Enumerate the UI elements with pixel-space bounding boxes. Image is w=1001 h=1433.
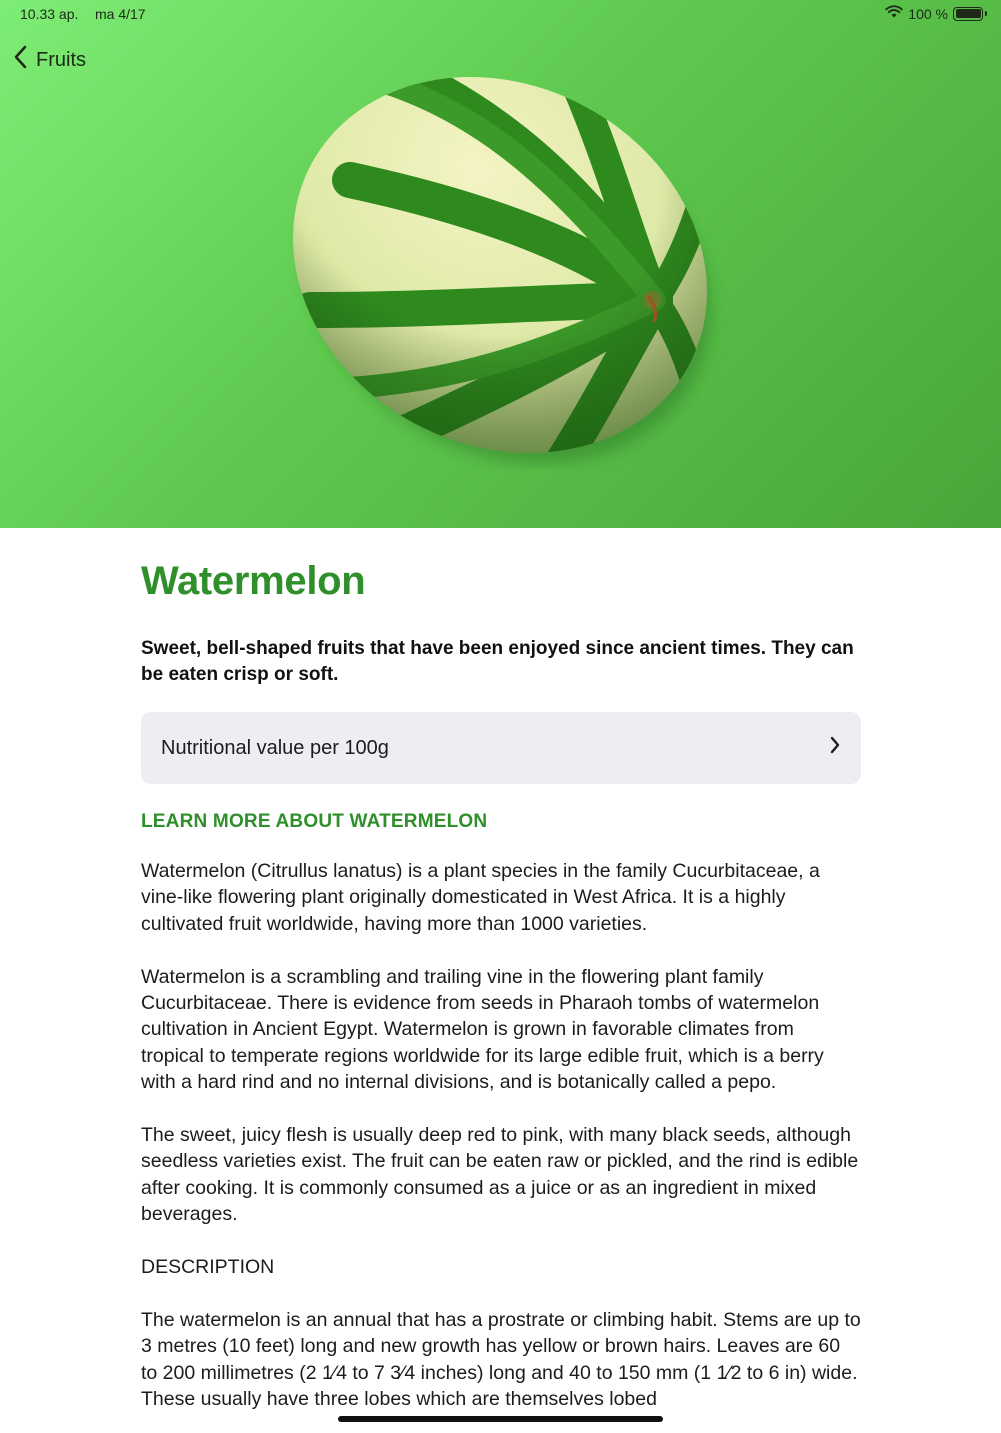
nutrition-label: Nutritional value per 100g	[161, 736, 389, 759]
paragraph-1: Watermelon (Citrullus lanatus) is a plan…	[141, 860, 820, 935]
status-bar: 10.33 ap. ma 4/17 100 %	[0, 0, 1001, 28]
fruit-headline: Sweet, bell-shaped fruits that have been…	[141, 638, 854, 685]
content-area: Watermelon Sweet, bell-shaped fruits tha…	[141, 528, 861, 1412]
status-indicators: 100 %	[885, 5, 987, 22]
back-button[interactable]: Fruits	[14, 44, 86, 76]
status-time: 10.33 ap.	[20, 6, 79, 22]
home-indicator[interactable]	[338, 1416, 663, 1422]
page-title: Watermelon	[141, 559, 366, 603]
battery-percentage: 100 %	[908, 5, 948, 22]
description-label: DESCRIPTION	[141, 1256, 275, 1279]
battery-icon	[953, 6, 987, 21]
description-text: The watermelon is an annual that has a p…	[141, 1308, 861, 1411]
nutrition-row[interactable]: Nutritional value per 100g	[141, 712, 861, 784]
paragraph-3: The sweet, juicy flesh is usually deep r…	[141, 1124, 859, 1226]
status-date: ma 4/17	[95, 6, 146, 22]
back-button-label: Fruits	[36, 48, 86, 71]
paragraph-2: Watermelon is a scrambling and trailing …	[141, 965, 824, 1094]
chevron-left-icon	[14, 45, 28, 75]
chevron-right-icon	[829, 735, 841, 761]
learn-more-heading: LEARN MORE ABOUT WATERMELON	[141, 811, 488, 832]
hero-header: 10.33 ap. ma 4/17 100 % Fruits	[0, 0, 1001, 528]
watermelon-image	[279, 60, 730, 470]
wifi-icon	[885, 5, 903, 22]
